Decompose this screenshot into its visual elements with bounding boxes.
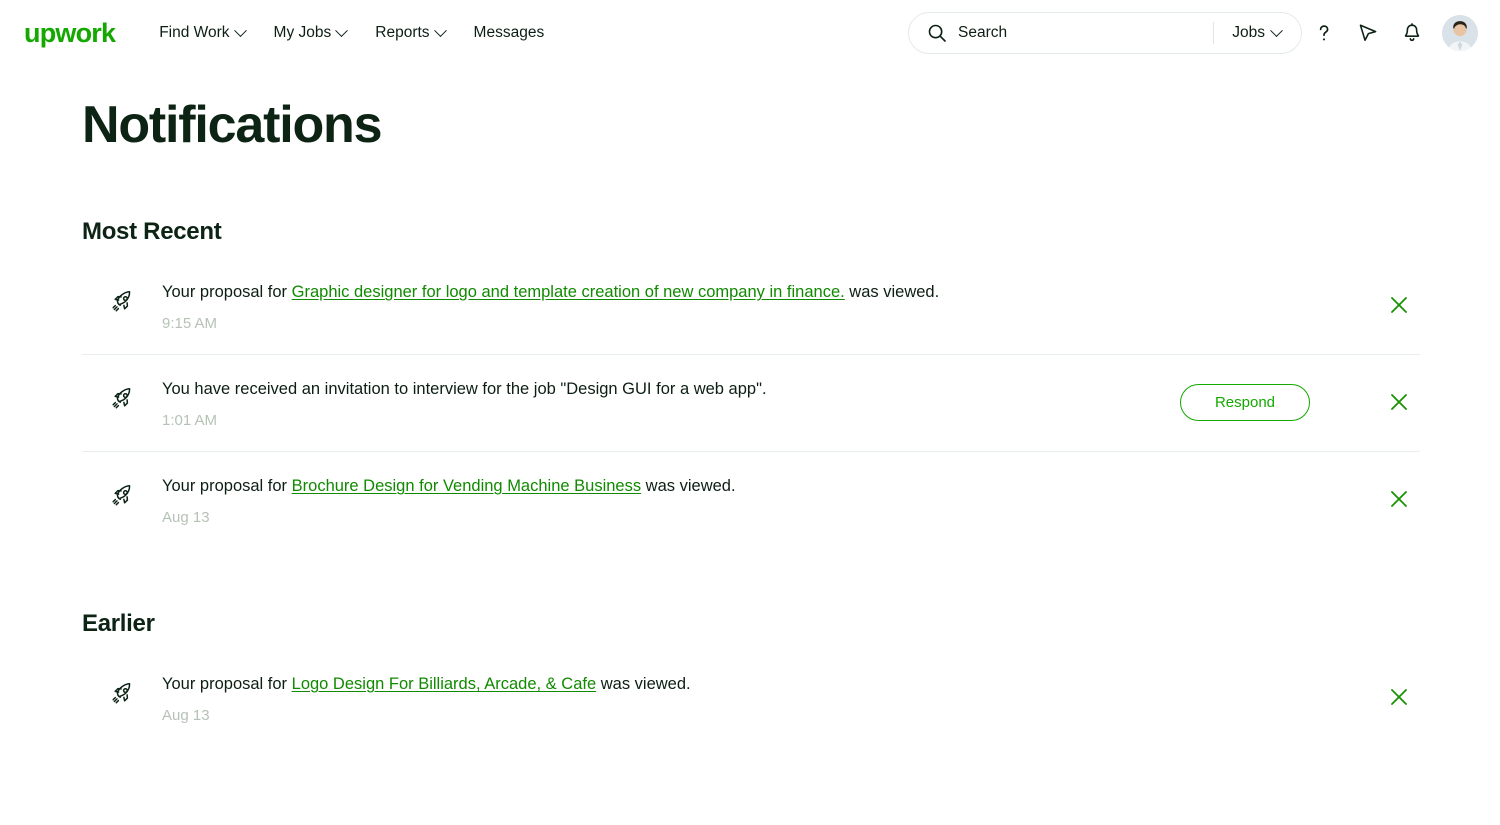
nav-item-my-jobs[interactable]: My Jobs	[273, 23, 349, 42]
rocket-icon	[108, 383, 138, 413]
notifications-page: Notifications Most Recent Your proposal f…	[0, 94, 1500, 746]
notification-body: Your proposal for Logo Design For Billia…	[162, 672, 1310, 724]
nav-item-find-work[interactable]: Find Work	[159, 23, 247, 42]
rocket-icon	[108, 286, 138, 316]
notification-body: Your proposal for Brochure Design for Ve…	[162, 474, 1310, 526]
rocket-icon	[108, 678, 138, 708]
notification-list: Your proposal for Graphic designer for l…	[0, 258, 1500, 548]
notification-sections: Most Recent Your proposal for Graphic des…	[0, 218, 1500, 746]
notification-text-before: Your proposal for	[162, 477, 292, 496]
chevron-down-icon	[433, 23, 447, 37]
notification-timestamp: Aug 13	[162, 509, 210, 527]
chevron-down-icon	[1270, 23, 1283, 37]
search-scope-dropdown[interactable]: Jobs	[1216, 23, 1297, 42]
dismiss-notification-button[interactable]	[1378, 478, 1420, 520]
help-button[interactable]	[1302, 11, 1346, 55]
search-bar[interactable]: Jobs	[908, 12, 1302, 54]
notification-list: Your proposal for Logo Design For Billia…	[0, 650, 1500, 746]
rocket-icon	[112, 388, 131, 409]
cursor-icon	[1359, 24, 1377, 41]
notification-text-before: Your proposal for	[162, 283, 292, 302]
main-nav: Find Work My Jobs Reports Messages	[159, 23, 545, 42]
notification-message: Your proposal for Brochure Design for Ve…	[162, 475, 1310, 499]
nav-item-label: Reports	[375, 24, 430, 41]
notification-body: Your proposal for Graphic designer for l…	[162, 280, 1310, 332]
dismiss-notification-button[interactable]	[1378, 381, 1420, 423]
respond-button[interactable]: Respond	[1180, 383, 1310, 421]
help-icon	[1319, 25, 1329, 41]
chevron-down-icon	[233, 23, 247, 37]
notification-message: You have received an invitation to inter…	[162, 378, 1180, 402]
notification-text-after: was viewed.	[844, 283, 940, 302]
notification-timestamp: 9:15 AM	[162, 315, 218, 333]
dismiss-notification-button[interactable]	[1378, 676, 1420, 718]
rocket-icon	[112, 683, 131, 704]
dismiss-notification-button[interactable]	[1378, 284, 1420, 326]
job-link[interactable]: Brochure Design for Vending Machine Busi…	[292, 477, 641, 495]
search-icon	[927, 23, 947, 43]
close-icon	[1391, 394, 1407, 411]
notification-text-before: You have received an invitation to inter…	[162, 380, 767, 399]
close-icon	[1391, 689, 1407, 706]
notification-timestamp: Aug 13	[162, 707, 210, 725]
notification-actions: Respond	[1180, 377, 1420, 423]
notification-message: Your proposal for Graphic designer for l…	[162, 281, 1310, 305]
notifications-bell-icon	[1404, 23, 1420, 42]
cursor-button[interactable]	[1346, 11, 1390, 55]
top-navigation-bar: upwork Find Work My Jobs Reports Messages J…	[0, 0, 1500, 66]
nav-item-label: Messages	[473, 24, 545, 41]
rocket-icon	[108, 480, 138, 510]
chevron-down-icon	[335, 23, 349, 37]
nav-item-label: Find Work	[159, 24, 230, 41]
job-link[interactable]: Logo Design For Billiards, Arcade, & Caf…	[292, 675, 597, 693]
notification-text-before: Your proposal for	[162, 675, 292, 694]
search-scope-label: Jobs	[1232, 24, 1265, 41]
nav-item-messages[interactable]: Messages	[474, 24, 545, 42]
notification-row: You have received an invitation to inter…	[0, 355, 1500, 451]
avatar[interactable]	[1442, 15, 1478, 51]
notification-row: Your proposal for Graphic designer for l…	[0, 258, 1500, 354]
close-icon	[1391, 491, 1407, 508]
notification-actions	[1310, 280, 1420, 326]
search-input[interactable]	[947, 24, 1212, 42]
notification-text-after: was viewed.	[596, 675, 691, 694]
search-divider	[1213, 22, 1215, 44]
notification-actions	[1310, 474, 1420, 520]
upwork-logo[interactable]: upwork	[24, 19, 116, 47]
notification-timestamp: 1:01 AM	[162, 412, 218, 430]
close-icon	[1391, 297, 1407, 314]
notifications-button[interactable]	[1390, 11, 1434, 55]
section-heading-earlier: Earlier	[82, 610, 155, 638]
nav-item-reports[interactable]: Reports	[375, 23, 447, 42]
notification-message: Your proposal for Logo Design For Billia…	[162, 673, 1310, 697]
header-right-controls: Jobs	[908, 11, 1478, 55]
section-heading-most-recent: Most Recent	[82, 218, 222, 246]
job-link[interactable]: Graphic designer for logo and template c…	[292, 283, 845, 301]
page-title: Notifications	[82, 96, 382, 154]
notification-actions	[1310, 672, 1420, 718]
avatar-image	[1442, 15, 1478, 51]
notification-row: Your proposal for Brochure Design for Ve…	[0, 452, 1500, 548]
rocket-icon	[112, 485, 131, 506]
notification-text-after: was viewed.	[641, 477, 736, 496]
rocket-icon	[112, 291, 131, 312]
notification-row: Your proposal for Logo Design For Billia…	[0, 650, 1500, 746]
notification-body: You have received an invitation to inter…	[162, 377, 1180, 429]
nav-item-label: My Jobs	[273, 24, 332, 41]
